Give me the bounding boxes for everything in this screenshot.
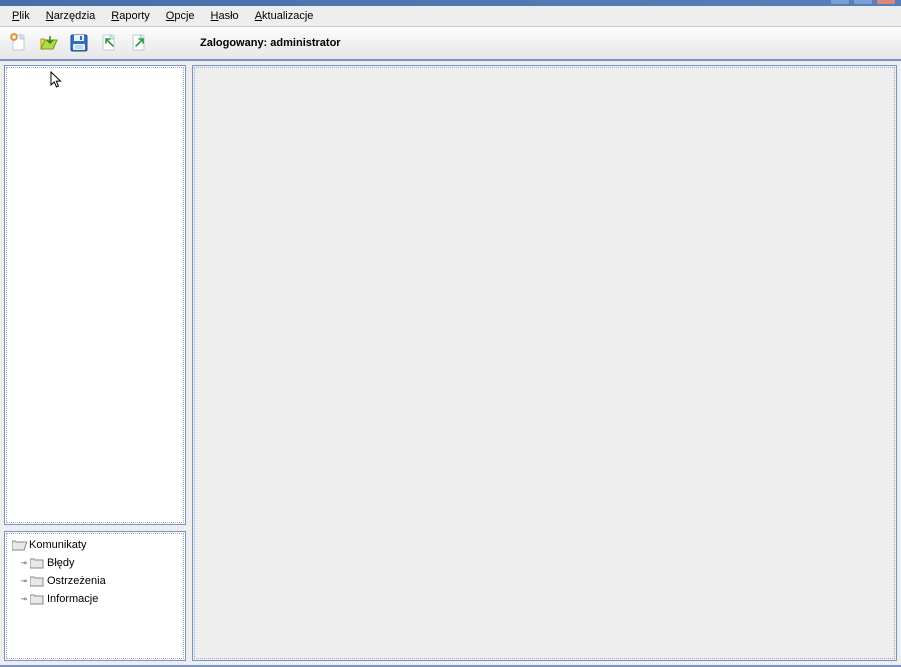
menu-opcje[interactable]: Opcje xyxy=(158,8,203,24)
tree-item-label: Ostrzeżenia xyxy=(47,575,106,587)
new-file-button[interactable] xyxy=(6,30,32,56)
menu-aktualizacje[interactable]: Aktualizacje xyxy=(247,8,322,24)
login-status: Zalogowany: administrator xyxy=(200,37,341,49)
open-folder-button[interactable] xyxy=(36,30,62,56)
expand-handle-icon[interactable]: ⊸ xyxy=(19,558,29,569)
import-doc-icon xyxy=(99,33,119,53)
save-button[interactable] xyxy=(66,30,92,56)
messages-tree-panel[interactable]: Komunikaty ⊸ Błędy ⊸ Ostrzeżenia ⊸ xyxy=(4,531,186,661)
login-status-label: Zalogowany: xyxy=(200,37,267,49)
window-maximize-button[interactable] xyxy=(854,0,872,4)
tree-item-label: Informacje xyxy=(47,593,98,605)
login-status-user: administrator xyxy=(270,37,340,49)
expand-handle-icon[interactable]: ⊸ xyxy=(19,594,29,605)
tree-root-komunikaty[interactable]: Komunikaty xyxy=(9,536,181,554)
save-floppy-icon xyxy=(69,33,89,53)
folder-open-icon xyxy=(11,539,27,551)
export-doc-button[interactable] xyxy=(126,30,152,56)
tree-item-informacje[interactable]: ⊸ Informacje xyxy=(9,590,181,608)
expand-handle-icon[interactable]: ⊸ xyxy=(19,576,29,587)
left-column: Komunikaty ⊸ Błędy ⊸ Ostrzeżenia ⊸ xyxy=(4,65,186,661)
folder-icon xyxy=(29,557,45,569)
content-area: Komunikaty ⊸ Błędy ⊸ Ostrzeżenia ⊸ xyxy=(0,61,901,667)
open-folder-icon xyxy=(39,33,59,53)
menu-raporty[interactable]: Raporty xyxy=(103,8,158,24)
menu-haslo[interactable]: Hasło xyxy=(203,8,247,24)
navigation-tree-panel[interactable] xyxy=(4,65,186,525)
toolbar: Zalogowany: administrator xyxy=(0,27,901,61)
new-file-icon xyxy=(9,33,29,53)
folder-icon xyxy=(29,593,45,605)
menu-narzedzia[interactable]: Narzędzia xyxy=(38,8,104,24)
tree-item-bledy[interactable]: ⊸ Błędy xyxy=(9,554,181,572)
tree-item-ostrzezenia[interactable]: ⊸ Ostrzeżenia xyxy=(9,572,181,590)
import-doc-button[interactable] xyxy=(96,30,122,56)
window-close-button[interactable] xyxy=(877,0,895,4)
tree-item-label: Błędy xyxy=(47,557,75,569)
folder-icon xyxy=(29,575,45,587)
menu-bar: Plik Narzędzia Raporty Opcje Hasło Aktua… xyxy=(0,6,901,27)
export-doc-icon xyxy=(129,33,149,53)
window-minimize-button[interactable] xyxy=(831,0,849,4)
menu-plik[interactable]: Plik xyxy=(4,8,38,24)
tree-root-label: Komunikaty xyxy=(29,539,86,551)
main-content-panel xyxy=(192,65,897,661)
